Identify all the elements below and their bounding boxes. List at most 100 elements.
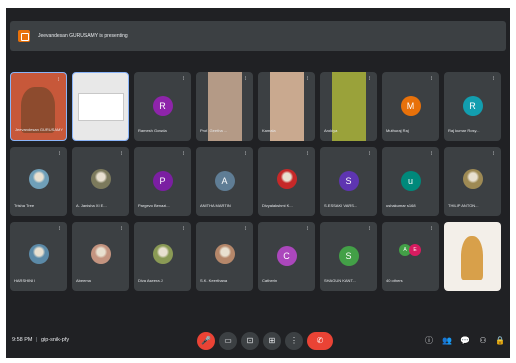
clock-time: 9:58 PM (12, 337, 33, 343)
participant-tile[interactable]: A E ⁞ 40 others (382, 222, 439, 291)
mic-muted-icon: ⁞ (119, 77, 122, 83)
mic-muted-icon: ⁞ (492, 76, 495, 82)
participant-tile[interactable]: R ⁞ Ramesh Gowda (134, 72, 191, 141)
mic-muted-icon: ⁞ (306, 151, 309, 157)
mic-muted-icon: ⁞ (306, 226, 309, 232)
participant-tile[interactable]: ⁞ Divyalakshmi K... (258, 147, 315, 216)
mic-muted-icon: ⁞ (306, 76, 309, 82)
participant-photo (276, 169, 297, 189)
participant-name: Diva Aseera J (138, 278, 163, 283)
participant-tile[interactable]: ⁞ Prof. Geetha ... (196, 72, 253, 141)
participant-avatar: S (338, 171, 359, 191)
lock-icon: 🔒 (495, 336, 505, 345)
mic-muted-icon: ⁞ (430, 151, 433, 157)
participant-name: Raj kumar Rosy... (448, 128, 480, 133)
others-avatar: E (409, 244, 421, 256)
participant-avatar: u (400, 171, 421, 191)
mic-muted-icon: ⁞ (430, 226, 433, 232)
participant-name: SHAGUN KANT... (324, 278, 356, 283)
participant-name: HARSHINI I (14, 278, 36, 283)
participant-avatar: M (400, 96, 421, 116)
participant-tile[interactable]: ⁞ Abeema (72, 222, 129, 291)
participant-tile[interactable]: ⁞ Kamala (258, 72, 315, 141)
activities-icon: ⚇ (479, 336, 487, 345)
people-icon: 👥 (442, 336, 452, 345)
mic-muted-icon: ⁞ (58, 151, 61, 157)
participant-name: Pargevo Benazi... (138, 203, 170, 208)
participant-photo (152, 244, 173, 264)
mic-muted-icon: ⁞ (368, 226, 371, 232)
participant-tile[interactable]: ⁞ (72, 72, 129, 141)
camera-button[interactable]: ▭ (219, 332, 237, 350)
participant-name: THILIP ANTON... (448, 203, 479, 208)
meeting-code: gip-snik-pfy (40, 337, 70, 343)
present-screen-icon (18, 30, 30, 42)
participant-tile[interactable]: C ⁞ Catherin (258, 222, 315, 291)
participant-photo (28, 169, 49, 189)
mic-button[interactable]: 🎤 (197, 332, 215, 350)
participant-avatar: A (214, 171, 235, 191)
participant-tile[interactable]: R ⁞ Raj kumar Rosy... (444, 72, 501, 141)
participant-tile[interactable]: ⁞ Arokiya (320, 72, 377, 141)
participant-avatar: R (152, 96, 173, 116)
meeting-info: 9:58 PM | gip-snik-pfy (12, 337, 69, 343)
participant-tile[interactable]: ⁞ Diva Aseera J (134, 222, 191, 291)
participant-name: S.K. Keerthana (200, 278, 228, 283)
participant-name: S.ESSAKI VARS... (324, 203, 358, 208)
participant-name: Jeevandesan GURUSAMY (15, 127, 63, 132)
chat-button[interactable]: 💬 (460, 335, 470, 347)
captions-icon: ⊡ (246, 336, 254, 345)
mic-muted-icon: ⁞ (57, 77, 60, 83)
presenting-text: Jeevandesan GURUSAMY is presenting (38, 33, 128, 39)
captions-button[interactable]: ⊡ (241, 332, 259, 350)
mic-muted-icon: ⁞ (182, 76, 185, 82)
host-controls-button[interactable]: 🔒 (495, 335, 505, 347)
mic-muted-icon: ⁞ (244, 151, 247, 157)
participant-name: ANITHA MARTIN (200, 203, 231, 208)
participant-name: Catherin (262, 278, 278, 283)
participant-tile[interactable]: S ⁞ SHAGUN KANT... (320, 222, 377, 291)
end-call-button[interactable]: ✆ (307, 332, 333, 350)
participant-avatar: C (276, 246, 297, 266)
participant-tile[interactable]: ⁞ A. Janisha XI E... (72, 147, 129, 216)
present-button[interactable]: ⊞ (263, 332, 281, 350)
camera-icon: ▭ (224, 336, 232, 345)
participant-name: Prof. Geetha ... (200, 128, 228, 133)
participant-tile[interactable]: M ⁞ Muthuraj Raj (382, 72, 439, 141)
shared-screen (78, 93, 124, 121)
mic-muted-icon: ⁞ (58, 226, 61, 232)
participant-tile[interactable] (444, 222, 501, 291)
more-options-button[interactable]: ⋮ (285, 332, 303, 350)
meeting-details-button[interactable]: ⓘ (424, 335, 434, 347)
participant-tile[interactable]: ⁞ HARSHINI I (10, 222, 67, 291)
participant-name: Trisha Tree (14, 203, 35, 208)
participant-name: Divyalakshmi K... (262, 203, 293, 208)
participant-name: Muthuraj Raj (386, 128, 409, 133)
mic-off-icon: 🎤 (201, 336, 211, 345)
participant-photo (90, 169, 111, 189)
mic-muted-icon: ⁞ (244, 76, 247, 82)
mic-muted-icon: ⁞ (120, 151, 123, 157)
participant-tile[interactable]: ⁞ S.K. Keerthana (196, 222, 253, 291)
activities-button[interactable]: ⚇ (478, 335, 488, 347)
participant-avatar: P (152, 171, 173, 191)
participant-tile[interactable]: ⁞ THILIP ANTON... (444, 147, 501, 216)
participant-tile[interactable]: P ⁞ Pargevo Benazi... (134, 147, 191, 216)
people-button[interactable]: 👥 (442, 335, 452, 347)
participant-name: Kamala (262, 128, 276, 133)
participant-tile[interactable]: ⁞ Trisha Tree (10, 147, 67, 216)
end-call-icon: ✆ (316, 336, 324, 345)
mic-muted-icon: ⁞ (430, 76, 433, 82)
participant-name: Arokiya (324, 128, 338, 133)
mic-muted-icon: ⁞ (120, 226, 123, 232)
participant-tile[interactable]: u ⁞ ushakumar s168 (382, 147, 439, 216)
mic-muted-icon: ⁞ (492, 151, 495, 157)
participant-tile[interactable]: ⁞ Jeevandesan GURUSAMY (10, 72, 67, 141)
mic-muted-icon: ⁞ (368, 76, 371, 82)
mic-muted-icon: ⁞ (182, 226, 185, 232)
more-icon: ⋮ (290, 336, 298, 345)
participant-name: ushakumar s168 (386, 203, 416, 208)
participant-tile[interactable]: A ⁞ ANITHA MARTIN (196, 147, 253, 216)
participant-avatar: S (338, 246, 359, 266)
participant-tile[interactable]: S ⁞ S.ESSAKI VARS... (320, 147, 377, 216)
